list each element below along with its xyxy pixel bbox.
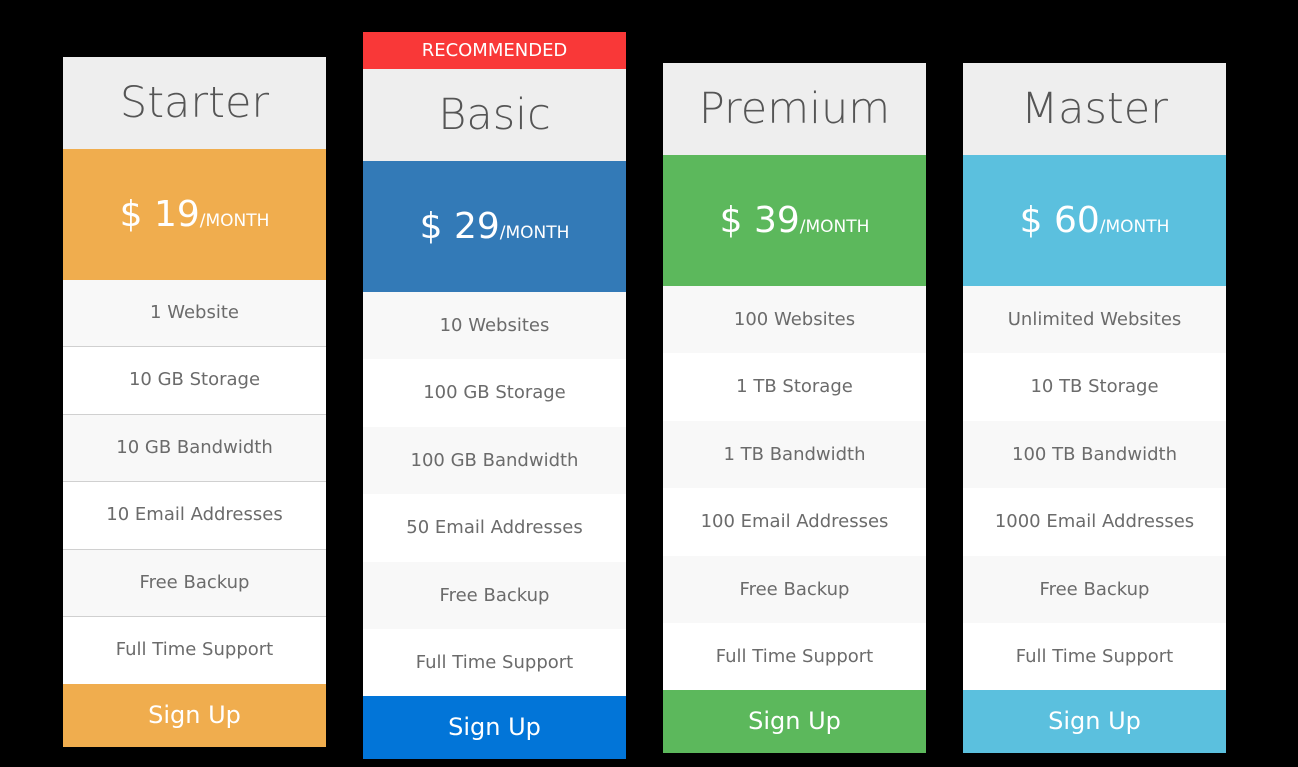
feature-list: Unlimited Websites 10 TB Storage 100 TB … [963, 286, 1226, 691]
feature-list: 100 Websites 1 TB Storage 1 TB Bandwidth… [663, 286, 926, 691]
sign-up-button[interactable]: Sign Up [663, 690, 926, 754]
plan-title: Starter [63, 57, 326, 149]
feature-item: 10 GB Bandwidth [63, 414, 326, 483]
feature-item: 10 Websites [363, 292, 626, 360]
feature-item: 1 Website [63, 280, 326, 348]
feature-item: 10 Email Addresses [63, 482, 326, 550]
plan-title: Premium [663, 63, 926, 155]
feature-item: Unlimited Websites [963, 286, 1226, 354]
feature-item: 10 GB Storage [63, 347, 326, 415]
feature-item: 1000 Email Addresses [963, 488, 1226, 556]
pricing-card-premium: Premium $ 39/MONTH 100 Websites 1 TB Sto… [663, 63, 926, 754]
price-period: /MONTH [1099, 217, 1170, 237]
sign-up-button[interactable]: Sign Up [63, 684, 326, 748]
plan-price: $ 29/MONTH [363, 161, 626, 292]
plan-price: $ 39/MONTH [663, 155, 926, 286]
price-period: /MONTH [799, 217, 870, 237]
feature-item: Full Time Support [663, 622, 926, 691]
feature-item: 100 GB Storage [363, 359, 626, 427]
feature-list: 1 Website 10 GB Storage 10 GB Bandwidth … [63, 280, 326, 685]
plan-title: Master [963, 63, 1226, 155]
feature-item: 10 TB Storage [963, 353, 1226, 421]
feature-item: Full Time Support [363, 628, 626, 697]
feature-item: Free Backup [663, 555, 926, 623]
price-amount: $ 29 [419, 206, 500, 247]
feature-item: Free Backup [363, 561, 626, 629]
price-amount: $ 39 [719, 200, 800, 241]
pricing-card-master: Master $ 60/MONTH Unlimited Websites 10 … [963, 63, 1226, 754]
feature-item: Free Backup [963, 555, 1226, 623]
feature-list: 10 Websites 100 GB Storage 100 GB Bandwi… [363, 292, 626, 697]
sign-up-button[interactable]: Sign Up [363, 696, 626, 760]
feature-item: 50 Email Addresses [363, 494, 626, 562]
sign-up-button[interactable]: Sign Up [963, 690, 1226, 754]
feature-item: 100 TB Bandwidth [963, 420, 1226, 489]
feature-item: Free Backup [63, 549, 326, 617]
feature-item: 100 GB Bandwidth [363, 426, 626, 495]
price-period: /MONTH [499, 223, 570, 243]
price-period: /MONTH [199, 211, 270, 231]
plan-price: $ 60/MONTH [963, 155, 1226, 286]
pricing-card-starter: Starter $ 19/MONTH 1 Website 10 GB Stora… [63, 57, 326, 748]
feature-item: 100 Websites [663, 286, 926, 354]
feature-item: 1 TB Storage [663, 353, 926, 421]
recommended-badge: RECOMMENDED [363, 32, 626, 69]
feature-item: 1 TB Bandwidth [663, 420, 926, 489]
plan-price: $ 19/MONTH [63, 149, 326, 280]
price-amount: $ 19 [119, 194, 200, 235]
pricing-card-basic: RECOMMENDED Basic $ 29/MONTH 10 Websites… [363, 32, 626, 760]
feature-item: Full Time Support [963, 622, 1226, 691]
feature-item: 100 Email Addresses [663, 488, 926, 556]
feature-item: Full Time Support [63, 616, 326, 685]
price-amount: $ 60 [1019, 200, 1100, 241]
plan-title: Basic [363, 69, 626, 161]
